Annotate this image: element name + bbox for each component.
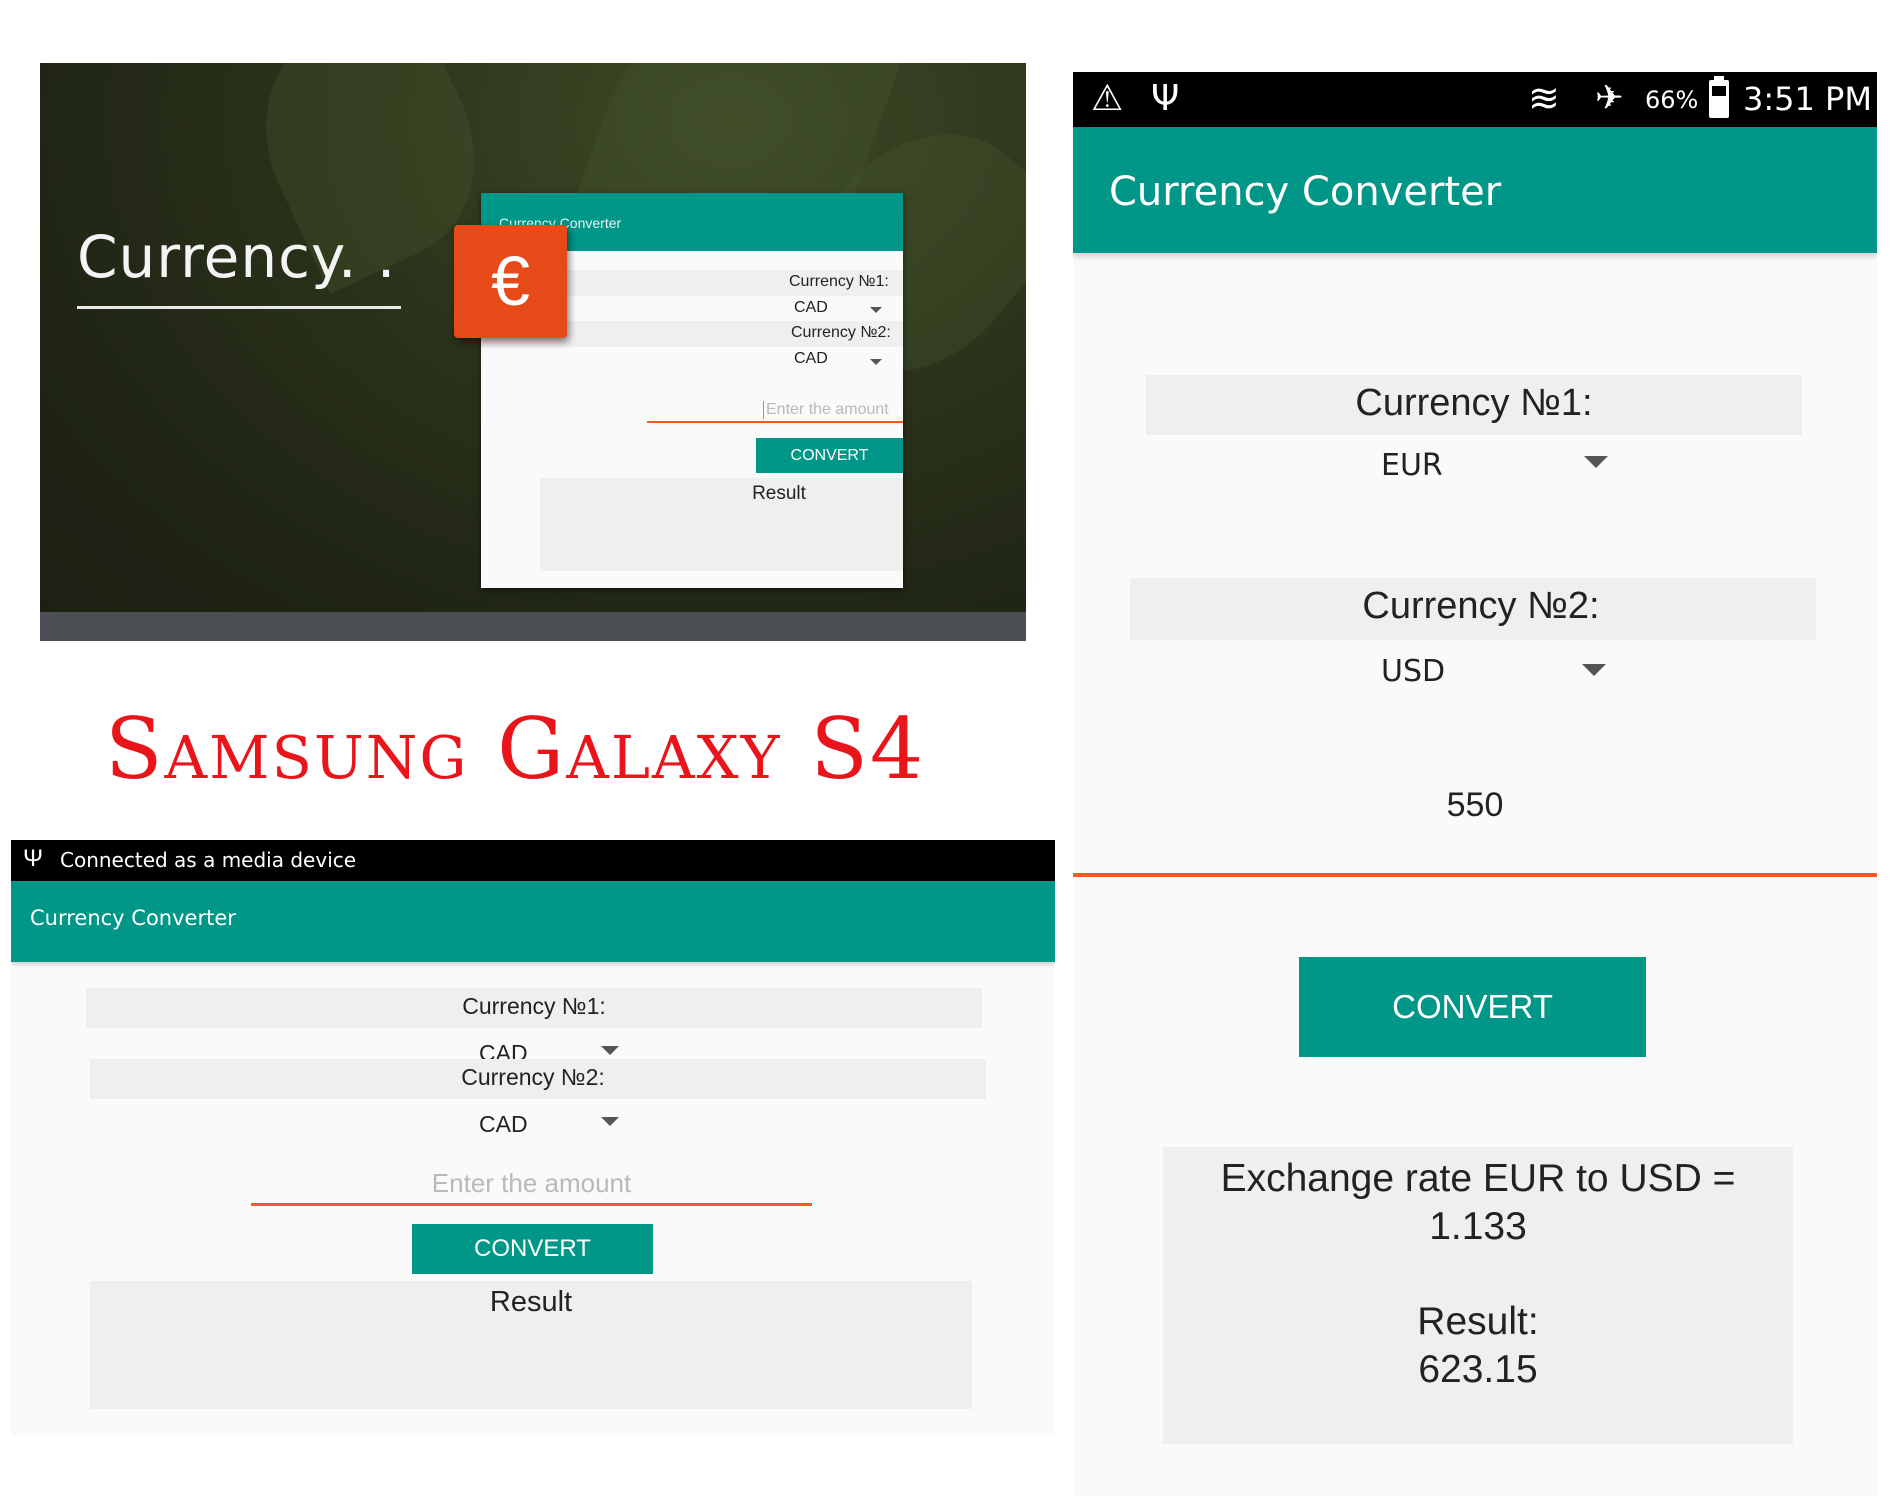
promo-bottom-bar [40, 612, 1026, 641]
usb-icon: Ψ [1151, 78, 1180, 119]
mini-convert-button: CONVERT [756, 438, 903, 473]
amount-underline [251, 1203, 812, 1206]
currency1-spinner[interactable]: EUR [1369, 440, 1629, 490]
mini-currency2-value: CAD [794, 350, 828, 367]
amount-input[interactable]: 550 [1073, 772, 1877, 872]
battery-percent: 66% [1645, 86, 1699, 114]
mini-amount-underline [647, 421, 903, 423]
dropdown-arrow-icon [1582, 664, 1606, 676]
clock: 3:51 PM [1743, 80, 1872, 118]
currency2-spinner[interactable]: USD [1369, 646, 1629, 696]
warning-icon: ⚠ [1091, 78, 1124, 119]
euro-icon: € [454, 225, 567, 338]
airplane-icon: ✈ [1595, 78, 1624, 118]
dropdown-arrow-icon [1584, 456, 1608, 468]
currency1-label: Currency №1: [462, 993, 606, 1019]
mini-amount-placeholder: Enter the amount [763, 401, 889, 419]
phone-screen-right: ⚠ Ψ ≋ ✈ 66% 3:51 PM Currency Converter C… [1073, 72, 1877, 1496]
currency2-value: USD [1381, 654, 1446, 689]
exchange-rate-line: Exchange rate EUR to USD = [1220, 1157, 1736, 1200]
promo-headline: Currency. . [77, 223, 397, 291]
mini-currency2-label: Currency №2: [791, 324, 891, 341]
currency2-label: Currency №2: [1362, 585, 1600, 627]
app-title: Currency Converter [30, 906, 236, 930]
dropdown-arrow-icon [601, 1046, 619, 1055]
result-label: Result: [1417, 1300, 1539, 1343]
amount-underline [1073, 873, 1877, 877]
dropdown-arrow-icon [601, 1117, 619, 1126]
promo-banner: Currency. . Currency Converter Currency … [40, 63, 1026, 641]
mini-dropdown-arrow-icon [870, 307, 882, 313]
currency2-value: CAD [479, 1111, 528, 1137]
result-value: 623.15 [1418, 1348, 1538, 1391]
convert-button[interactable]: CONVERT [412, 1224, 653, 1274]
amount-input[interactable]: Enter the amount [251, 1160, 812, 1206]
battery-icon [1709, 76, 1729, 118]
wifi-icon: ≋ [1528, 76, 1560, 120]
exchange-rate-value: 1.133 [1429, 1205, 1527, 1248]
status-notification-text: Connected as a media device [60, 848, 357, 872]
currency2-label: Currency №2: [461, 1064, 605, 1090]
mini-currency1-value: CAD [794, 299, 828, 316]
currency1-value: EUR [1381, 448, 1443, 483]
mini-result-text: Result [752, 483, 806, 504]
amount-placeholder: Enter the amount [431, 1168, 632, 1198]
phone-screen-left: Ψ Connected as a media device Currency C… [11, 840, 1055, 1436]
device-caption: Samsung Galaxy S4 [105, 700, 926, 798]
result-text: Result [489, 1286, 573, 1318]
currency2-spinner[interactable]: CAD [471, 1107, 631, 1141]
mini-dropdown-arrow-icon [870, 359, 882, 365]
amount-value: 550 [1446, 786, 1504, 824]
app-title: Currency Converter [1109, 169, 1502, 215]
usb-icon: Ψ [23, 845, 44, 872]
mini-currency1-label: Currency №1: [789, 273, 889, 290]
convert-button[interactable]: CONVERT [1299, 957, 1646, 1057]
promo-underline [77, 306, 401, 309]
currency1-label: Currency №1: [1355, 382, 1593, 424]
